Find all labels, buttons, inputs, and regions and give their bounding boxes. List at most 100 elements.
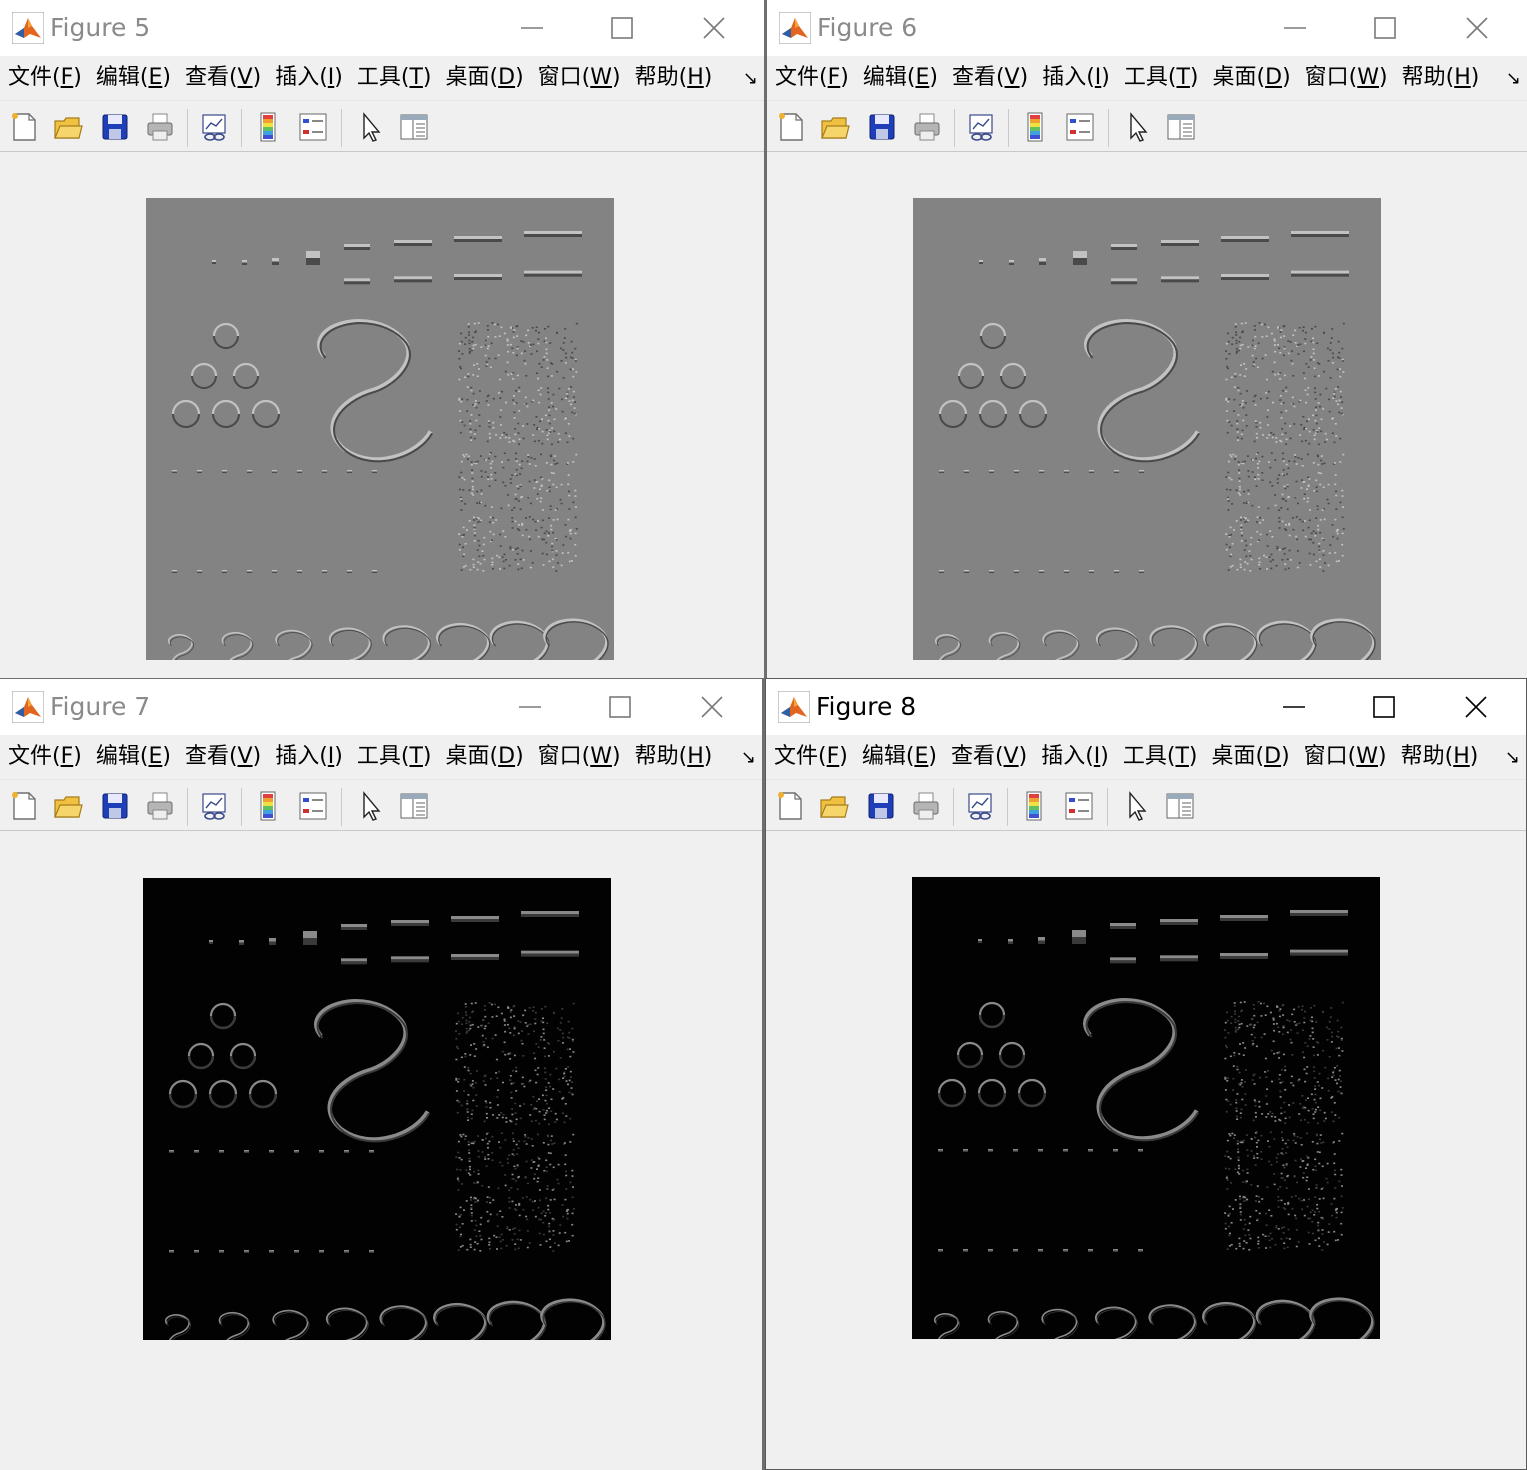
maximize-button[interactable] — [1365, 10, 1405, 46]
menu-item[interactable]: 工具(T) — [1116, 63, 1205, 93]
toolbar-separator — [341, 788, 342, 826]
menu-item[interactable]: 查看(V) — [943, 742, 1033, 772]
legend-icon[interactable] — [297, 111, 329, 143]
legend-icon[interactable] — [297, 790, 329, 822]
menu-item[interactable]: 插入(I) — [1034, 63, 1116, 93]
print-icon[interactable] — [911, 111, 943, 143]
menu-item-label: 插入( — [1042, 65, 1095, 90]
menu-item[interactable]: 帮助(H) — [1393, 742, 1485, 772]
menu-item[interactable]: 窗口(W) — [530, 63, 627, 93]
minimize-button[interactable] — [1274, 689, 1314, 725]
menu-item[interactable]: 窗口(W) — [530, 742, 627, 772]
open-file-icon[interactable] — [52, 111, 84, 143]
menu-item[interactable]: 窗口(W) — [1297, 63, 1394, 93]
colorbar-icon[interactable] — [252, 790, 284, 822]
title-bar[interactable]: Figure 5 — [0, 0, 764, 56]
pointer-icon[interactable] — [1121, 111, 1153, 143]
menu-item-label: 文件( — [8, 65, 61, 90]
maximize-button[interactable] — [602, 10, 642, 46]
menu-item[interactable]: 编辑(E) — [88, 63, 177, 93]
pointer-icon[interactable] — [354, 790, 386, 822]
link-plot-icon[interactable] — [965, 790, 997, 822]
menu-overflow-icon[interactable]: ↘ — [741, 747, 756, 768]
legend-icon[interactable] — [1063, 790, 1095, 822]
menu-bar: 文件(F) 编辑(E) 查看(V) 插入(I) 工具(T) 桌面(D) 窗口(W) 帮助(H)… — [0, 735, 762, 779]
menu-item[interactable]: 文件(F) — [767, 63, 855, 93]
title-bar[interactable]: Figure 7 — [0, 679, 762, 735]
menu-item[interactable]: 窗口(W) — [1296, 742, 1393, 772]
menu-item[interactable]: 编辑(E) — [854, 742, 943, 772]
menu-item[interactable]: 工具(T) — [349, 63, 438, 93]
close-button[interactable] — [694, 10, 734, 46]
new-figure-icon[interactable] — [775, 111, 807, 143]
property-inspector-icon[interactable] — [1164, 790, 1196, 822]
print-icon[interactable] — [144, 790, 176, 822]
menu-item[interactable]: 桌面(D) — [1205, 63, 1297, 93]
property-inspector-icon[interactable] — [398, 111, 430, 143]
maximize-button[interactable] — [1364, 689, 1404, 725]
menu-item-close: ) — [1470, 65, 1480, 90]
print-icon[interactable] — [144, 111, 176, 143]
menu-item[interactable]: 帮助(H) — [627, 63, 719, 93]
menu-item[interactable]: 工具(T) — [1115, 742, 1204, 772]
menu-item[interactable]: 桌面(D) — [438, 63, 530, 93]
pointer-icon[interactable] — [354, 111, 386, 143]
menu-item[interactable]: 插入(I) — [1033, 742, 1115, 772]
minimize-button[interactable] — [510, 689, 550, 725]
image-axes[interactable] — [143, 878, 611, 1340]
menu-item[interactable]: 桌面(D) — [438, 742, 530, 772]
open-file-icon[interactable] — [52, 790, 84, 822]
save-icon[interactable] — [866, 111, 898, 143]
colorbar-icon[interactable] — [1018, 790, 1050, 822]
menu-item[interactable]: 文件(F) — [0, 63, 88, 93]
menu-item[interactable]: 编辑(E) — [88, 742, 177, 772]
link-plot-icon[interactable] — [966, 111, 998, 143]
new-figure-icon[interactable] — [8, 790, 40, 822]
save-icon[interactable] — [99, 111, 131, 143]
menu-item-label: 桌面( — [445, 744, 499, 769]
menu-item[interactable]: 文件(F) — [766, 742, 854, 772]
menu-item[interactable]: 桌面(D) — [1204, 742, 1296, 772]
menu-item[interactable]: 编辑(E) — [855, 63, 944, 93]
property-inspector-icon[interactable] — [1165, 111, 1197, 143]
save-icon[interactable] — [99, 790, 131, 822]
menu-item[interactable]: 查看(V) — [944, 63, 1034, 93]
colorbar-icon[interactable] — [252, 111, 284, 143]
menu-item[interactable]: 查看(V) — [177, 63, 267, 93]
pointer-icon[interactable] — [1120, 790, 1152, 822]
menu-overflow-icon[interactable]: ↘ — [1506, 68, 1521, 89]
save-icon[interactable] — [865, 790, 897, 822]
link-plot-icon[interactable] — [199, 111, 231, 143]
menu-item-close: ) — [1018, 744, 1028, 769]
menu-item[interactable]: 插入(I) — [267, 63, 349, 93]
open-file-icon[interactable] — [819, 111, 851, 143]
image-axes[interactable] — [146, 198, 614, 660]
menu-item-label: 帮助( — [634, 744, 688, 769]
menu-item[interactable]: 帮助(H) — [627, 742, 719, 772]
menu-overflow-icon[interactable]: ↘ — [743, 68, 758, 89]
new-figure-icon[interactable] — [8, 111, 40, 143]
link-plot-icon[interactable] — [199, 790, 231, 822]
menu-item[interactable]: 文件(F) — [0, 742, 88, 772]
close-button[interactable] — [1456, 689, 1496, 725]
minimize-button[interactable] — [1275, 10, 1315, 46]
menu-item[interactable]: 帮助(H) — [1394, 63, 1486, 93]
legend-icon[interactable] — [1064, 111, 1096, 143]
menu-item[interactable]: 工具(T) — [349, 742, 438, 772]
close-button[interactable] — [1457, 10, 1497, 46]
new-figure-icon[interactable] — [774, 790, 806, 822]
image-axes[interactable] — [912, 877, 1380, 1339]
print-icon[interactable] — [910, 790, 942, 822]
property-inspector-icon[interactable] — [398, 790, 430, 822]
menu-overflow-icon[interactable]: ↘ — [1505, 747, 1520, 768]
close-button[interactable] — [692, 689, 732, 725]
menu-item[interactable]: 查看(V) — [177, 742, 267, 772]
open-file-icon[interactable] — [818, 790, 850, 822]
menu-item[interactable]: 插入(I) — [267, 742, 349, 772]
colorbar-icon[interactable] — [1019, 111, 1051, 143]
title-bar[interactable]: Figure 6 — [767, 0, 1527, 56]
title-bar[interactable]: Figure 8 — [766, 679, 1526, 735]
minimize-button[interactable] — [512, 10, 552, 46]
image-axes[interactable] — [913, 198, 1381, 660]
maximize-button[interactable] — [600, 689, 640, 725]
